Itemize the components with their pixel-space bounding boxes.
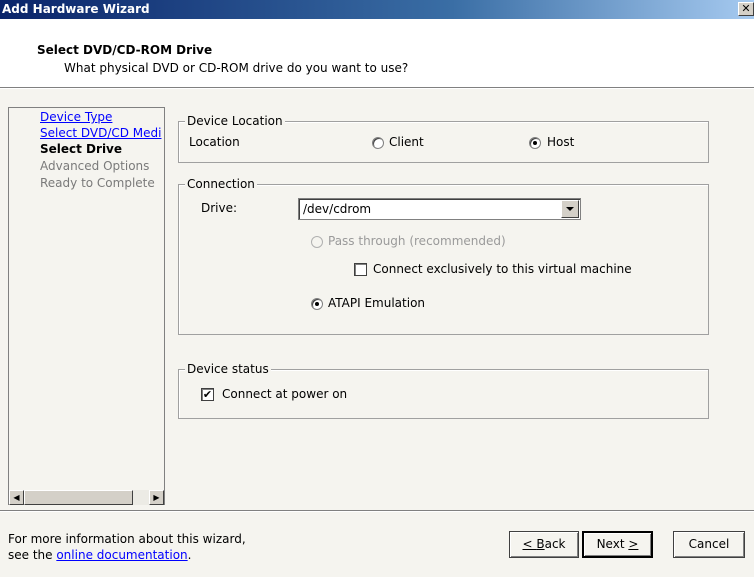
connect-at-power-on-checkbox[interactable]: ✔ xyxy=(201,388,214,401)
arrow-left-icon: ◀ xyxy=(13,493,20,502)
location-label: Location xyxy=(189,135,240,149)
next-button-label: Next xyxy=(596,537,629,551)
atapi-emulation-radio[interactable] xyxy=(311,298,323,310)
client-radio-label[interactable]: Client xyxy=(389,135,424,149)
drive-label: Drive: xyxy=(201,201,238,215)
chevron-down-icon[interactable] xyxy=(561,200,579,218)
connect-exclusively-checkbox[interactable] xyxy=(354,263,367,276)
client-radio[interactable] xyxy=(372,137,384,149)
info-text-suffix: . xyxy=(187,548,192,562)
host-radio-label[interactable]: Host xyxy=(547,135,574,149)
cancel-button[interactable]: Cancel xyxy=(673,531,745,558)
connect-at-power-on-label[interactable]: Connect at power on xyxy=(222,387,347,401)
device-status-legend: Device status xyxy=(185,362,271,376)
arrow-right-icon: ▶ xyxy=(153,493,160,502)
info-text-prefix: see the xyxy=(8,548,57,562)
atapi-emulation-label[interactable]: ATAPI Emulation xyxy=(328,296,425,310)
back-button-prefix: < xyxy=(522,537,537,551)
steps-panel: Device Type Select DVD/CD Medi Select Dr… xyxy=(8,107,165,505)
scroll-thumb[interactable] xyxy=(24,490,133,505)
step-select-media[interactable]: Select DVD/CD Medi xyxy=(40,126,161,140)
window-title: Add Hardware Wizard xyxy=(2,2,150,16)
title-bar: Add Hardware Wizard ✕ xyxy=(0,0,754,19)
close-button[interactable]: ✕ xyxy=(738,2,754,16)
device-location-legend: Device Location xyxy=(185,114,285,128)
online-documentation-link[interactable]: online documentation xyxy=(56,548,187,562)
back-button-mnemonic: B xyxy=(536,537,545,551)
wizard-header: Select DVD/CD-ROM Drive What physical DV… xyxy=(0,19,754,87)
page-title: Select DVD/CD-ROM Drive xyxy=(37,43,213,57)
device-location-group: Device Location xyxy=(178,114,709,163)
step-ready-to-complete: Ready to Complete xyxy=(40,176,155,190)
next-button-suffix: > xyxy=(628,537,639,551)
next-button[interactable]: Next > xyxy=(582,531,653,558)
page-subtitle: What physical DVD or CD-ROM drive do you… xyxy=(64,61,409,75)
drive-select-value: /dev/cdrom xyxy=(303,202,372,216)
host-radio[interactable] xyxy=(529,137,541,149)
drive-select[interactable]: /dev/cdrom xyxy=(298,198,581,220)
scroll-right-button[interactable]: ▶ xyxy=(149,490,164,505)
scroll-left-button[interactable]: ◀ xyxy=(9,490,24,505)
passthrough-radio-label: Pass through (recommended) xyxy=(328,234,506,248)
back-button[interactable]: < Back xyxy=(509,531,579,558)
connect-exclusively-label[interactable]: Connect exclusively to this virtual mach… xyxy=(373,262,632,276)
info-text-line2: see the online documentation. xyxy=(8,548,191,562)
connection-legend: Connection xyxy=(185,177,257,191)
steps-horizontal-scrollbar[interactable]: ◀ ▶ xyxy=(9,490,164,505)
info-text-line1: For more information about this wizard, xyxy=(8,532,246,546)
close-icon: ✕ xyxy=(741,2,751,15)
back-button-label: ack xyxy=(544,537,566,551)
step-select-drive: Select Drive xyxy=(40,142,123,156)
checkmark-icon: ✔ xyxy=(202,388,213,401)
passthrough-radio[interactable] xyxy=(311,236,323,248)
step-advanced-options: Advanced Options xyxy=(40,159,150,173)
step-device-type[interactable]: Device Type xyxy=(40,110,112,124)
